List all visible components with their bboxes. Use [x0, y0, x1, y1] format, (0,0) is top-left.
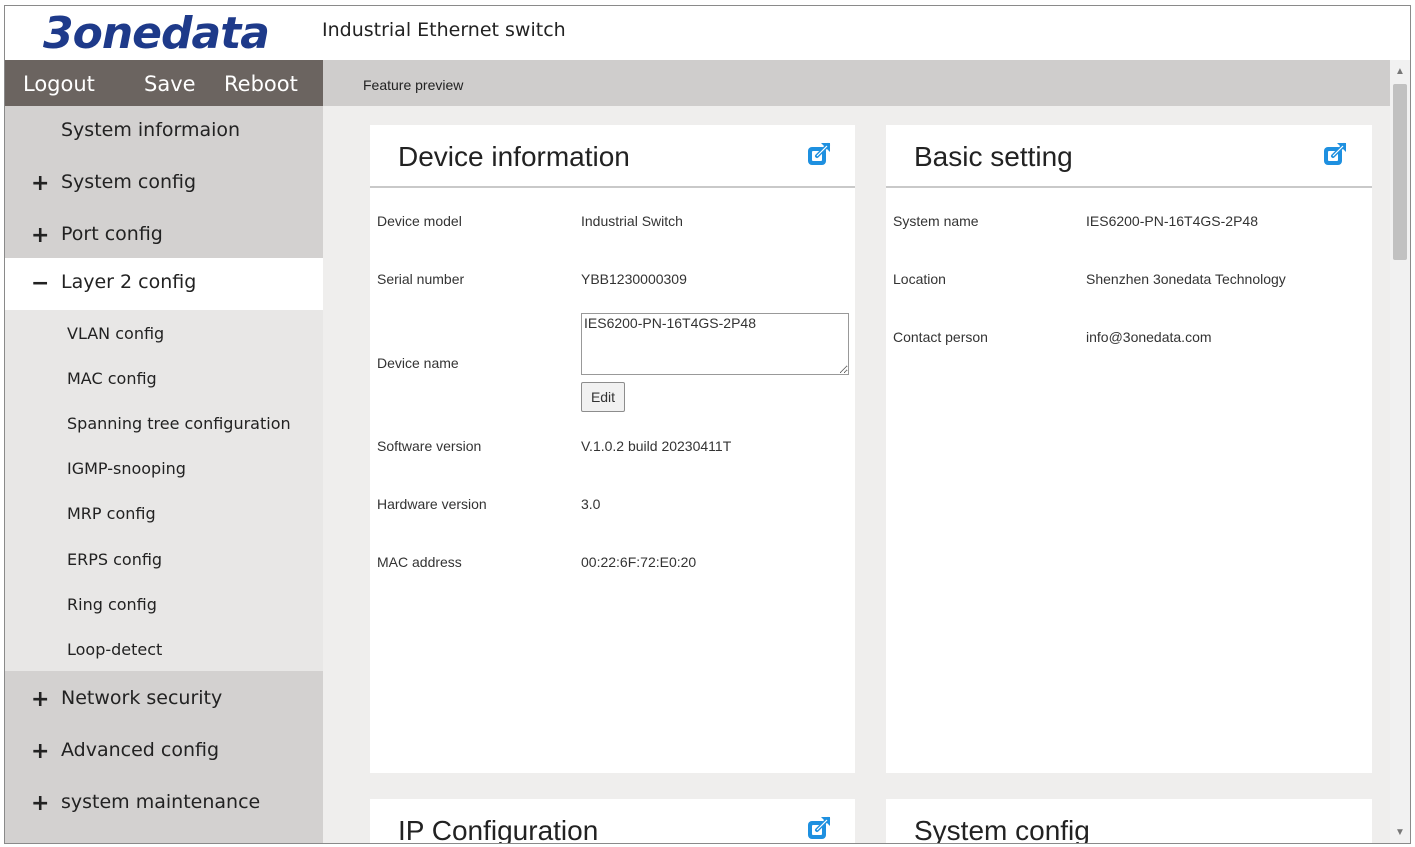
sidebar-item-system-information[interactable]: System informaion	[5, 106, 323, 158]
mac-address-label: MAC address	[377, 554, 462, 570]
card-title: System config	[914, 815, 1090, 844]
plus-icon: +	[31, 687, 50, 712]
action-bar: Logout Save Reboot	[5, 60, 323, 106]
plus-icon: +	[31, 791, 50, 816]
contact-person-label: Contact person	[893, 329, 988, 345]
sidebar-item-label: System informaion	[61, 119, 241, 141]
plus-icon: +	[31, 739, 50, 764]
breadcrumb-bar: Feature preview	[323, 60, 1390, 106]
minus-icon: −	[31, 271, 50, 296]
serial-number-value: YBB1230000309	[581, 271, 687, 287]
card-title: Device information	[398, 141, 630, 172]
sidebar-item-label: Port config	[61, 223, 163, 245]
software-version-label: Software version	[377, 438, 482, 454]
hardware-version-label: Hardware version	[377, 496, 487, 512]
external-link-icon[interactable]	[806, 141, 832, 167]
scroll-down-arrow-icon[interactable]: ▼	[1395, 827, 1405, 838]
card-title: IP Configuration	[398, 815, 599, 844]
hardware-version-value: 3.0	[581, 496, 601, 512]
system-name-label: System name	[893, 213, 979, 229]
external-link-icon[interactable]	[1322, 141, 1348, 167]
submenu-item-ring-config[interactable]: Ring config	[67, 595, 157, 614]
sidebar-item-network-security[interactable]: + Network security	[5, 674, 323, 726]
device-name-textarea[interactable]: IES6200-PN-16T4GS-2P48	[581, 313, 849, 375]
device-model-label: Device model	[377, 213, 462, 229]
submenu-item-igmp-snooping[interactable]: IGMP-snooping	[67, 459, 186, 478]
reboot-button[interactable]: Reboot	[224, 72, 298, 96]
product-title: Industrial Ethernet switch	[322, 19, 566, 41]
contact-person-value: info@3onedata.com	[1086, 329, 1212, 345]
vertical-scrollbar[interactable]: ▲ ▼	[1390, 60, 1410, 843]
submenu-item-mac-config[interactable]: MAC config	[67, 369, 157, 388]
plus-icon: +	[31, 223, 50, 248]
sidebar: System informaion + System config + Port…	[5, 106, 323, 843]
device-model-value: Industrial Switch	[581, 213, 683, 229]
edit-button[interactable]: Edit	[581, 382, 625, 412]
sidebar-item-label: system maintenance	[61, 791, 261, 813]
system-config-card: System config	[886, 799, 1372, 844]
main-content: Device information Device model Industri…	[323, 106, 1390, 844]
sidebar-item-label: Advanced config	[61, 739, 220, 761]
layer2-submenu: VLAN config MAC config Spanning tree con…	[5, 310, 323, 671]
brand-logo: 3onedata	[43, 8, 270, 59]
location-value: Shenzhen 3onedata Technology	[1086, 271, 1286, 287]
sidebar-item-layer2-config[interactable]: − Layer 2 config	[5, 258, 323, 310]
logout-button[interactable]: Logout	[23, 72, 95, 96]
card-divider	[886, 186, 1372, 188]
scrollbar-thumb[interactable]	[1393, 84, 1407, 260]
breadcrumb: Feature preview	[363, 77, 464, 93]
submenu-item-spanning-tree[interactable]: Spanning tree configuration	[67, 414, 291, 433]
software-version-value: V.1.0.2 build 20230411T	[581, 438, 732, 454]
location-label: Location	[893, 271, 946, 287]
sidebar-item-system-maintenance[interactable]: + system maintenance	[5, 778, 323, 830]
sidebar-item-advanced-config[interactable]: + Advanced config	[5, 726, 323, 778]
submenu-item-mrp-config[interactable]: MRP config	[67, 504, 156, 523]
external-link-icon[interactable]	[806, 815, 832, 841]
browser-frame: 3onedata Industrial Ethernet switch Logo…	[4, 5, 1411, 844]
sidebar-item-label: System config	[61, 171, 197, 193]
ip-configuration-card: IP Configuration	[370, 799, 855, 844]
app-header: 3onedata Industrial Ethernet switch	[5, 6, 1410, 60]
sidebar-item-port-config[interactable]: + Port config	[5, 210, 323, 262]
plus-icon: +	[31, 171, 50, 196]
device-information-card: Device information Device model Industri…	[370, 125, 855, 773]
submenu-item-vlan-config[interactable]: VLAN config	[67, 324, 164, 343]
submenu-item-loop-detect[interactable]: Loop-detect	[67, 640, 162, 659]
serial-number-label: Serial number	[377, 271, 465, 287]
card-title: Basic setting	[914, 141, 1073, 172]
device-name-label: Device name	[377, 355, 459, 371]
basic-setting-card: Basic setting System name IES6200-PN-16T…	[886, 125, 1372, 773]
card-divider	[370, 186, 855, 188]
submenu-item-erps-config[interactable]: ERPS config	[67, 550, 162, 569]
sidebar-item-system-config[interactable]: + System config	[5, 158, 323, 210]
save-button[interactable]: Save	[144, 72, 196, 96]
sidebar-item-label: Network security	[61, 687, 223, 709]
scroll-up-arrow-icon[interactable]: ▲	[1395, 66, 1405, 77]
sidebar-item-label: Layer 2 config	[61, 271, 197, 293]
mac-address-value: 00:22:6F:72:E0:20	[581, 554, 697, 570]
system-name-value: IES6200-PN-16T4GS-2P48	[1086, 213, 1258, 229]
